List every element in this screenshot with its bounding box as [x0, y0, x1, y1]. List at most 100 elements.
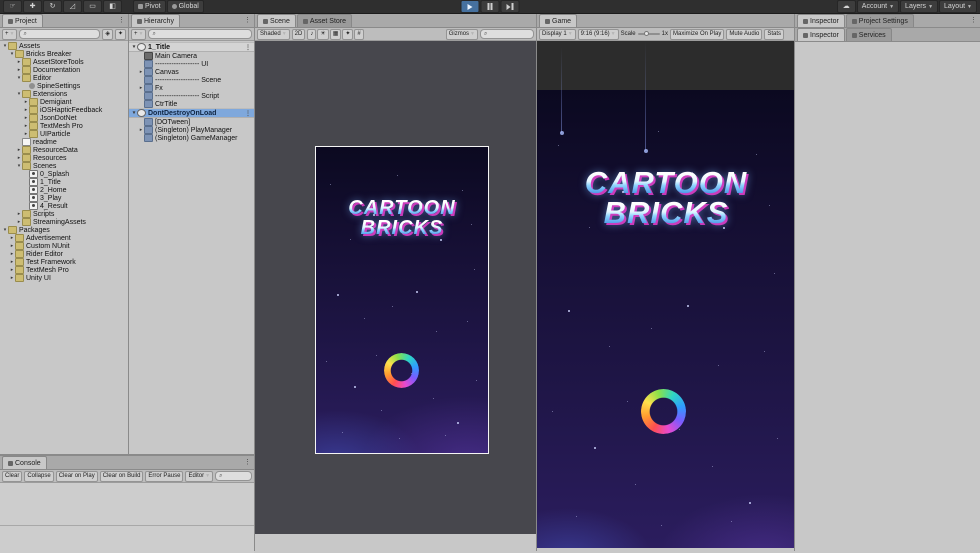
panel-menu-icon[interactable]: ⋮	[118, 16, 125, 24]
console-splitter[interactable]	[0, 525, 254, 526]
rotate-tool-button[interactable]: ↻	[43, 0, 62, 13]
search-by-type-button[interactable]: ◈	[102, 29, 113, 40]
scene-lighting-button[interactable]: ☀	[317, 29, 328, 40]
project-tree-item[interactable]: ▸UIParticle	[0, 130, 128, 138]
play-button[interactable]	[461, 0, 480, 13]
scale-slider-knob[interactable]	[644, 31, 649, 36]
scene-effects-button[interactable]: ✦	[342, 29, 353, 40]
hierarchy-item[interactable]: ------------------- Script	[129, 92, 254, 100]
hierarchy-item[interactable]: ▸Fx	[129, 84, 254, 92]
project-tree-item[interactable]: ▾Scenes	[0, 162, 128, 170]
aspect-ratio-dropdown[interactable]: 9:16 (9:16) ▼	[578, 29, 619, 40]
project-tree-item[interactable]: ▸JsonDotNet	[0, 114, 128, 122]
tab-inspector[interactable]: Inspector	[797, 14, 845, 27]
maximize-on-play-button[interactable]: Maximize On Play	[670, 29, 724, 40]
hierarchy-search-input[interactable]	[158, 31, 248, 37]
global-toggle-button[interactable]: Global	[167, 0, 204, 13]
project-tree-item[interactable]: ▸AssetStoreTools	[0, 58, 128, 66]
console-clear-on-play-button[interactable]: Clear on Play	[56, 471, 98, 482]
project-tree-item[interactable]: ▾Extensions	[0, 90, 128, 98]
project-tree-item[interactable]: 2_Home	[0, 186, 128, 194]
move-tool-button[interactable]: ✚	[23, 0, 42, 13]
create-object-button[interactable]: + ▼	[131, 29, 146, 40]
project-tree-item[interactable]: ▸iOSHapticFeedback	[0, 106, 128, 114]
collab-cloud-button[interactable]: ☁	[837, 0, 856, 13]
tab-project-settings[interactable]: Project Settings	[846, 14, 914, 27]
hierarchy-item[interactable]: ------------------- Scene	[129, 76, 254, 84]
tab-game[interactable]: Game	[539, 14, 577, 27]
console-clear-on-build-button[interactable]: Clear on Build	[100, 471, 144, 482]
hierarchy-item[interactable]: Main Camera	[129, 52, 254, 60]
layout-dropdown[interactable]: Layout ▼	[939, 0, 977, 13]
project-tree-item[interactable]: ▾Assets	[0, 42, 128, 50]
project-tree-item[interactable]: ▸Demigiant	[0, 98, 128, 106]
project-tree-item[interactable]: ▸TextMesh Pro	[0, 122, 128, 130]
hierarchy-search-field[interactable]: ⌕	[148, 29, 252, 39]
project-tree-item[interactable]: ▾Editor	[0, 74, 128, 82]
hierarchy-item[interactable]: ------------------- UI	[129, 60, 254, 68]
console-collapse-button[interactable]: Collapse	[24, 471, 53, 482]
project-tree-item[interactable]: ▸Resources	[0, 154, 128, 162]
game-viewport[interactable]: CARTOON BRICKS	[537, 41, 794, 553]
gizmos-dropdown[interactable]: Gizmos ▼	[446, 29, 478, 40]
tab-inspector-2[interactable]: Inspector	[797, 28, 845, 41]
project-tree-item[interactable]: readme	[0, 138, 128, 146]
project-tree-item[interactable]: ▸Rider Editor	[0, 250, 128, 258]
project-tree-item[interactable]: ▸TextMesh Pro	[0, 266, 128, 274]
project-tree-item[interactable]: 3_Play	[0, 194, 128, 202]
console-error-pause-button[interactable]: Error Pause	[145, 471, 183, 482]
display-dropdown[interactable]: Display 1 ▼	[539, 29, 576, 40]
pause-button[interactable]	[481, 0, 500, 13]
tab-hierarchy[interactable]: Hierarchy	[131, 14, 180, 27]
console-search-field[interactable]: ⌕	[215, 471, 252, 481]
panel-menu-icon[interactable]: ⋮	[970, 16, 977, 24]
create-asset-button[interactable]: + ▼	[2, 29, 17, 40]
tab-console[interactable]: Console	[2, 456, 47, 469]
project-tree-item[interactable]: ▸Unity UI	[0, 274, 128, 282]
tab-scene[interactable]: Scene	[257, 14, 296, 27]
panel-menu-icon[interactable]: ⋮	[244, 458, 251, 466]
tab-project[interactable]: Project	[2, 14, 43, 27]
project-search-input[interactable]	[29, 31, 97, 37]
project-tree-item[interactable]: 4_Result	[0, 202, 128, 210]
layers-dropdown[interactable]: Layers ▼	[900, 0, 938, 13]
scene-canvas-preview[interactable]: CARTOON BRICKS	[315, 146, 489, 454]
stats-button[interactable]: Stats	[764, 29, 784, 40]
project-tree-item[interactable]: 1_Title	[0, 178, 128, 186]
hierarchy-scene-row[interactable]: ▾1_Title⋮	[129, 42, 254, 52]
game-canvas[interactable]: CARTOON BRICKS	[537, 90, 794, 548]
tab-asset-store[interactable]: Asset Store	[297, 14, 352, 27]
hierarchy-item[interactable]: ▸(Singleton) PlayManager	[129, 126, 254, 134]
tab-services[interactable]: Services	[846, 28, 892, 41]
hand-tool-button[interactable]: ☞	[3, 0, 22, 13]
project-tree-item[interactable]: ▸Documentation	[0, 66, 128, 74]
scene-search-field[interactable]: ⌕	[480, 29, 534, 39]
console-search-input[interactable]	[224, 473, 248, 479]
panel-menu-icon[interactable]: ⋮	[245, 44, 254, 51]
project-search-field[interactable]: ⌕	[19, 29, 100, 39]
scene-search-input[interactable]	[489, 31, 530, 37]
hierarchy-scene-row[interactable]: ▾DontDestroyOnLoad⋮	[129, 108, 254, 118]
project-tree-item[interactable]: 0_Splash	[0, 170, 128, 178]
scene-viewport[interactable]: CARTOON BRICKS	[255, 41, 536, 534]
scene-audio-button[interactable]: ♪	[307, 29, 316, 40]
project-tree-item[interactable]: ▸StreamingAssets	[0, 218, 128, 226]
pivot-toggle-button[interactable]: Pivot	[133, 0, 166, 13]
mute-audio-button[interactable]: Mute Audio	[726, 29, 762, 40]
scene-grid-button[interactable]: #	[354, 29, 363, 40]
project-tree-item[interactable]: ▸Advertisement	[0, 234, 128, 242]
hierarchy-item[interactable]: CtrTitle	[129, 100, 254, 108]
shading-mode-dropdown[interactable]: Shaded ▼	[257, 29, 290, 40]
hierarchy-item[interactable]: ▸Canvas	[129, 68, 254, 76]
project-tree-item[interactable]: ▾Packages	[0, 226, 128, 234]
2d-toggle-button[interactable]: 2D	[292, 29, 306, 40]
project-tree-item[interactable]: ▸Test Framework	[0, 258, 128, 266]
panel-menu-icon[interactable]: ⋮	[244, 16, 251, 24]
transform-tool-button[interactable]: ◧	[103, 0, 122, 13]
panel-menu-icon[interactable]: ⋮	[245, 110, 254, 117]
project-tree-item[interactable]: ▸ResourceData	[0, 146, 128, 154]
hierarchy-item[interactable]: (Singleton) GameManager	[129, 134, 254, 142]
rect-tool-button[interactable]: ▭	[83, 0, 102, 13]
scale-slider[interactable]	[638, 33, 660, 35]
step-button[interactable]	[501, 0, 520, 13]
